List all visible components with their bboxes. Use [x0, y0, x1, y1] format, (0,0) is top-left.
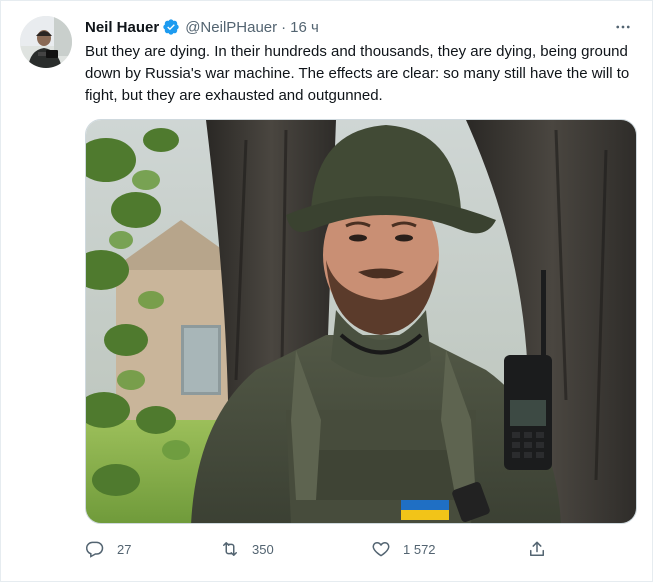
more-options-icon[interactable] — [612, 17, 634, 37]
retweet-button[interactable]: 350 — [220, 537, 274, 561]
tweet-photo[interactable] — [85, 119, 637, 524]
reply-icon — [85, 541, 104, 558]
tweet-text: But they are dying. In their hundreds an… — [85, 43, 630, 104]
tweet-header: Neil Hauer @NeilPHauer · 16 ч — [85, 16, 634, 38]
tweet-actions-bar: 27 350 1 572 — [85, 537, 555, 561]
avatar-image — [20, 16, 72, 68]
retweet-count: 350 — [252, 541, 274, 557]
author-name[interactable]: Neil Hauer — [85, 19, 159, 36]
verified-badge-icon — [162, 18, 180, 36]
like-count: 1 572 — [403, 541, 436, 557]
retweet-icon — [223, 542, 237, 556]
reply-button[interactable]: 27 — [85, 537, 131, 561]
share-icon — [530, 541, 544, 556]
heart-icon — [372, 542, 390, 557]
tweet-timestamp[interactable]: 16 ч — [290, 19, 319, 36]
reply-count: 27 — [117, 541, 132, 557]
header-separator: · — [281, 18, 287, 36]
tweet-card[interactable]: Neil Hauer @NeilPHauer · 16 ч But they a… — [0, 0, 653, 582]
like-button[interactable]: 1 572 — [371, 537, 436, 561]
share-button[interactable] — [527, 537, 547, 561]
soldier-photo-image — [86, 120, 636, 523]
author-avatar[interactable] — [20, 16, 72, 68]
author-handle[interactable]: @NeilPHauer — [185, 19, 277, 36]
